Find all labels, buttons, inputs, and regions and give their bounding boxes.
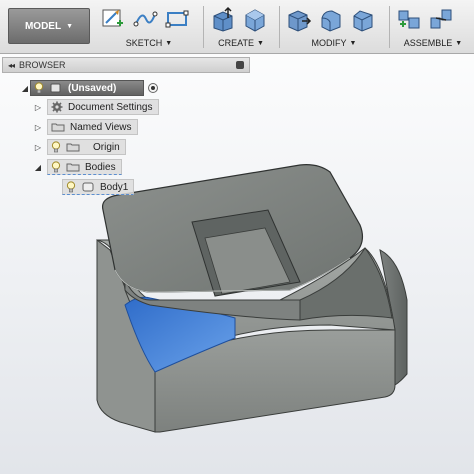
fillet-icon[interactable] (318, 6, 344, 32)
browser-panel-header[interactable]: ◂◂ BROWSER (2, 57, 250, 73)
press-pull-icon[interactable] (286, 6, 312, 32)
create-group: CREATE ▼ (206, 0, 276, 54)
chevron-down-icon: ▼ (165, 39, 173, 47)
named-views-label: Named Views (70, 121, 132, 133)
sketch-group: SKETCH ▼ (98, 0, 200, 54)
tree-item-named-views[interactable]: ▷ Named Views (33, 119, 138, 135)
create-sketch-icon[interactable] (100, 6, 126, 32)
sketch-menu[interactable]: SKETCH ▼ (98, 38, 200, 48)
folder-icon (66, 143, 80, 152)
assemble-label: ASSEMBLE (403, 38, 453, 48)
root-label: (Unsaved) (68, 82, 117, 94)
new-component-icon[interactable] (396, 6, 422, 32)
spline-icon[interactable] (132, 6, 158, 32)
origin-label: Origin (93, 141, 120, 153)
modify-group: MODIFY ▼ (282, 0, 386, 54)
mode-label: MODEL (24, 20, 62, 32)
named-views-node[interactable]: Named Views (47, 119, 138, 135)
toolbar-divider (203, 6, 204, 48)
visibility-bulb-icon[interactable] (66, 181, 76, 193)
expand-triangle-icon[interactable]: ▷ (33, 123, 43, 132)
workspace-mode-button[interactable]: MODEL ▼ (8, 8, 90, 44)
expand-triangle-icon[interactable]: ▷ (33, 103, 43, 112)
document-settings-label: Document Settings (68, 101, 153, 113)
browser-title: BROWSER (19, 60, 66, 70)
create-menu[interactable]: CREATE ▼ (206, 38, 276, 48)
bodies-node[interactable]: Bodies (47, 159, 122, 175)
collapse-triangle-icon[interactable]: ◢ (20, 84, 30, 93)
panel-pin-icon[interactable] (236, 61, 244, 69)
document-settings-node[interactable]: Document Settings (47, 99, 159, 115)
joint-icon[interactable] (428, 6, 454, 32)
origin-node[interactable]: Origin (47, 139, 126, 155)
root-node[interactable]: (Unsaved) (30, 80, 144, 96)
assemble-group: ASSEMBLE ▼ (392, 0, 474, 54)
bodies-label: Bodies (85, 161, 116, 173)
visibility-bulb-icon[interactable] (51, 161, 61, 173)
visibility-bulb-icon[interactable] (34, 82, 44, 94)
chevron-down-icon: ▼ (66, 22, 74, 30)
main-toolbar: MODEL ▼ SKETCH ▼ CREATE ▼ MODIFY ▼ ASSEM… (0, 0, 474, 54)
chevron-down-icon: ▼ (455, 39, 463, 47)
collapse-triangle-icon[interactable]: ◢ (33, 163, 43, 172)
folder-icon (66, 163, 80, 172)
toolbar-divider (389, 6, 390, 48)
gear-icon (51, 101, 63, 113)
assemble-menu[interactable]: ASSEMBLE ▼ (392, 38, 474, 48)
activate-radio-icon[interactable] (148, 83, 158, 93)
document-icon (50, 83, 61, 93)
tree-item-body1[interactable]: Body1 (62, 179, 135, 195)
chevron-down-icon: ▼ (349, 39, 357, 47)
body1-node[interactable]: Body1 (62, 179, 135, 195)
tree-item-bodies[interactable]: ◢ Bodies (33, 159, 122, 175)
tree-item-document-settings[interactable]: ▷ Document Settings (33, 99, 159, 115)
toolbar-divider (279, 6, 280, 48)
visibility-bulb-icon[interactable] (51, 141, 61, 153)
rectangle-icon[interactable] (164, 6, 190, 32)
body1-model[interactable] (96, 164, 408, 433)
create-label: CREATE (218, 38, 254, 48)
collapse-panel-icon[interactable]: ◂◂ (8, 61, 15, 70)
modify-menu[interactable]: MODIFY ▼ (282, 38, 386, 48)
expand-triangle-icon[interactable]: ▷ (33, 143, 43, 152)
chamfer-icon[interactable] (350, 6, 376, 32)
box-icon[interactable] (242, 6, 268, 32)
folder-icon (51, 123, 65, 132)
body1-label: Body1 (100, 181, 129, 193)
sketch-label: SKETCH (125, 38, 163, 48)
extrude-icon[interactable] (210, 6, 236, 32)
modify-label: MODIFY (311, 38, 347, 48)
tree-item-root[interactable]: ◢ (Unsaved) (20, 80, 158, 96)
chevron-down-icon: ▼ (256, 39, 264, 47)
tree-item-origin[interactable]: ▷ Origin (33, 139, 126, 155)
body-icon (82, 182, 94, 192)
